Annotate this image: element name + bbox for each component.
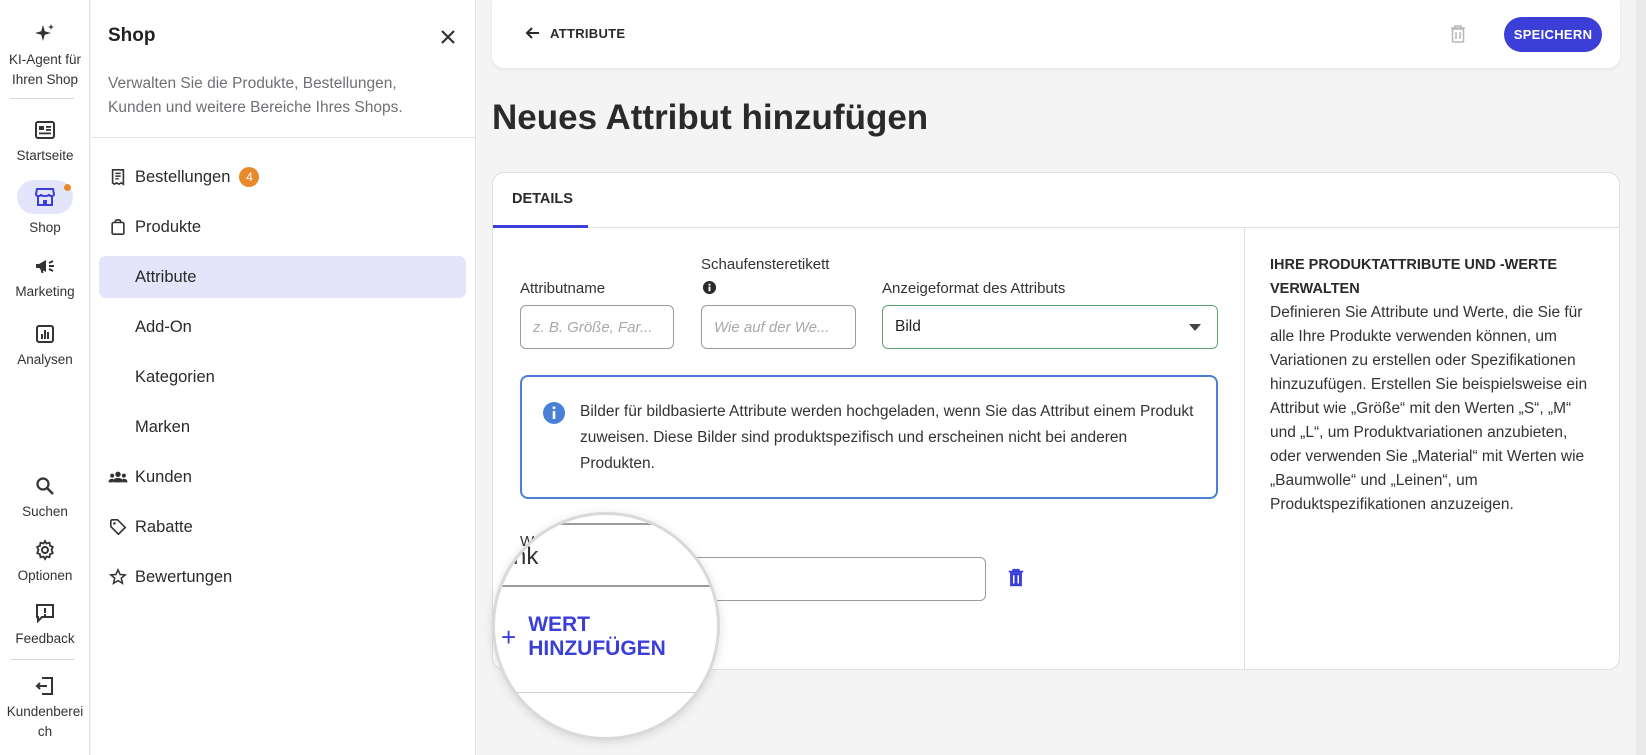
nav-label: Bewertungen <box>135 567 233 586</box>
display-format-select[interactable]: Bild <box>882 305 1218 349</box>
nav-item-bestellungen[interactable]: Bestellungen 4 <box>99 156 466 198</box>
nav-label: Bestellungen <box>135 167 231 186</box>
zoom-magnifier: nk + WERT HINZUFÜGEN <box>492 512 720 740</box>
chevron-down-icon <box>1189 324 1201 331</box>
star-icon <box>107 566 129 588</box>
magnified-border-line <box>495 585 717 587</box>
storefront-label-input[interactable] <box>701 305 856 349</box>
rail-label: Suchen <box>22 504 68 519</box>
rail-item-optionen[interactable]: Optionen <box>0 538 90 586</box>
nav-item-add-on[interactable]: Add-On <box>99 306 466 348</box>
rail-item-startseite[interactable]: Startseite <box>0 118 90 166</box>
nav-item-kunden[interactable]: Kunden <box>99 456 466 498</box>
top-action-bar: ATTRIBUTE SPEICHERN <box>492 0 1620 68</box>
rail-item-analysen[interactable]: Analysen <box>0 322 90 370</box>
search-icon <box>33 474 57 498</box>
nav-item-rabatte[interactable]: Rabatte <box>99 506 466 548</box>
info-notice-text: Bilder für bildbasierte Attribute werden… <box>580 403 1194 472</box>
store-icon <box>33 185 57 209</box>
display-format-label: Anzeigeformat des Attributs <box>882 280 1066 297</box>
rail-label: Startseite <box>16 148 74 163</box>
people-icon <box>107 466 129 488</box>
close-icon[interactable] <box>437 26 459 48</box>
nav-item-bewertungen[interactable]: Bewertungen <box>99 556 466 598</box>
nav-item-kategorien[interactable]: Kategorien <box>99 356 466 398</box>
nav-item-produkte[interactable]: Produkte <box>99 206 466 248</box>
plus-icon: + <box>501 621 517 652</box>
display-format-value: Bild <box>895 318 921 335</box>
nav-label: Rabatte <box>135 517 193 536</box>
rail-label: Optionen <box>17 568 73 583</box>
bag-icon <box>107 216 129 238</box>
panel-title: Shop <box>108 25 156 46</box>
rail-divider <box>10 659 74 660</box>
info-icon <box>542 401 566 425</box>
shop-panel: Shop Verwalten Sie die Produkte, Bestell… <box>91 0 476 755</box>
rail-label: Shop <box>29 220 61 235</box>
rail-label: KI-Agent für Ihren Shop <box>8 52 82 87</box>
rail-item-suchen[interactable]: Suchen <box>0 474 90 522</box>
tab-details[interactable]: DETAILS <box>512 191 573 207</box>
gear-icon <box>33 538 57 562</box>
dashboard-icon <box>33 118 57 142</box>
info-small-icon[interactable] <box>702 280 717 295</box>
megaphone-icon <box>33 254 57 278</box>
nav-label: Marken <box>135 417 191 436</box>
rail-item-kundenbereich[interactable]: Kundenbereich <box>0 674 90 742</box>
receipt-icon <box>107 166 129 188</box>
rail-item-marketing[interactable]: Marketing <box>0 254 90 302</box>
feedback-icon <box>33 601 57 625</box>
delete-icon[interactable] <box>1446 22 1470 46</box>
rail-item-ki-agent[interactable]: KI-Agent für Ihren Shop <box>0 22 90 90</box>
storefront-label: Schaufensteretikett <box>701 256 830 273</box>
attribute-name-input[interactable] <box>520 305 674 349</box>
nav-item-marken[interactable]: Marken <box>99 406 466 448</box>
nav-label: Produkte <box>135 217 202 236</box>
arrow-left-icon <box>525 27 539 39</box>
nav-item-attribute[interactable]: Attribute <box>99 256 466 298</box>
rail-label: Kundenbereich <box>6 704 84 739</box>
tab-divider <box>493 227 1619 228</box>
magnified-border-line <box>495 692 717 693</box>
save-button[interactable]: SPEICHERN <box>1504 17 1602 52</box>
icon-rail: KI-Agent für Ihren Shop Startseite Shop … <box>0 0 90 755</box>
rail-divider <box>10 98 74 99</box>
magnified-border-line <box>495 523 717 525</box>
back-to-attributes-link[interactable]: ATTRIBUTE <box>524 24 625 42</box>
sparkle-icon <box>33 22 57 46</box>
tag-icon <box>107 516 129 538</box>
help-text: Definieren Sie Attribute und Werte, die … <box>1270 304 1588 513</box>
nav-label: Attribute <box>135 267 197 286</box>
scrollbar[interactable] <box>1636 0 1646 755</box>
chart-icon <box>33 322 57 346</box>
nav-label: Kategorien <box>135 367 215 386</box>
nav-label: Kunden <box>135 467 192 486</box>
add-value-label: WERT HINZUFÜGEN <box>528 613 666 660</box>
rail-label: Analysen <box>17 352 73 367</box>
rail-item-shop[interactable]: Shop <box>0 180 90 238</box>
orders-count-badge: 4 <box>239 167 260 187</box>
rail-item-feedback[interactable]: Feedback <box>0 601 90 649</box>
notification-dot <box>64 184 71 191</box>
info-notice: Bilder für bildbasierte Attribute werden… <box>520 375 1218 499</box>
active-tab-indicator <box>493 225 588 228</box>
delete-value-icon[interactable] <box>1006 567 1028 591</box>
back-link-label: ATTRIBUTE <box>550 25 626 41</box>
nav-label: Add-On <box>135 317 192 336</box>
panel-description: Verwalten Sie die Produkte, Bestellungen… <box>108 75 403 116</box>
panel-divider <box>91 137 475 138</box>
page-title: Neues Attribut hinzufügen <box>492 98 929 137</box>
attribute-name-label: Attributname <box>520 280 606 297</box>
help-heading: IHRE PRODUKTATTRIBUTE UND -WERTE VERWALT… <box>1270 257 1558 297</box>
column-divider <box>1244 228 1245 669</box>
add-value-button[interactable]: + WERT HINZUFÜGEN <box>501 613 717 661</box>
logout-icon <box>33 674 57 698</box>
shop-active-pill <box>17 180 73 214</box>
magnified-value-text: nk <box>513 543 539 570</box>
rail-label: Feedback <box>15 631 75 646</box>
rail-label: Marketing <box>15 284 75 299</box>
